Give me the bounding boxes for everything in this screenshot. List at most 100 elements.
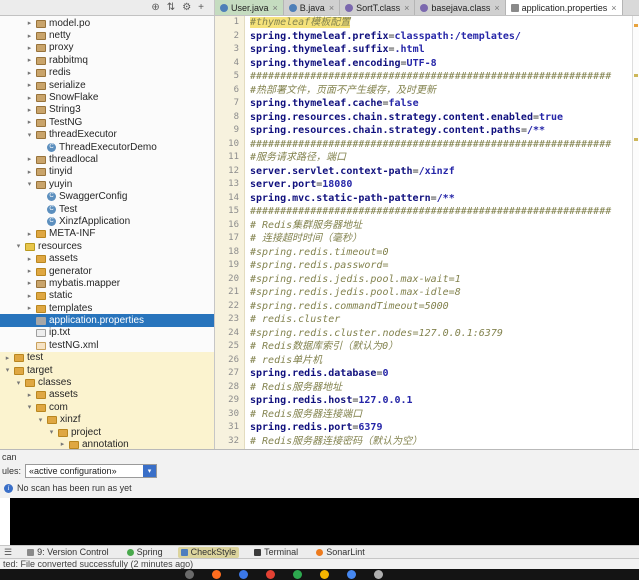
expand-arrow-icon[interactable]: ▸ bbox=[26, 81, 33, 89]
expand-arrow-icon[interactable]: ▾ bbox=[26, 403, 33, 411]
tree-item-static[interactable]: ▸static bbox=[0, 290, 214, 302]
tree-item-target[interactable]: ▾target bbox=[0, 364, 214, 376]
combo-dropdown-icon[interactable]: ▾ bbox=[143, 465, 156, 477]
tree-item-string3[interactable]: ▸String3 bbox=[0, 104, 214, 116]
expand-arrow-icon[interactable]: ▾ bbox=[26, 131, 33, 139]
taskbar-app-icon[interactable] bbox=[347, 570, 356, 579]
expand-arrow-icon[interactable]: ▸ bbox=[26, 155, 33, 163]
tree-item-xinzf[interactable]: ▾xinzf bbox=[0, 414, 214, 426]
code-line[interactable]: spring.thymeleaf.cache=false bbox=[250, 97, 632, 111]
tree-item-xinzfapplication[interactable]: XinzfApplication bbox=[0, 215, 214, 227]
tree-item-application-properties[interactable]: application.properties bbox=[0, 314, 214, 326]
tree-item-classes[interactable]: ▾classes bbox=[0, 376, 214, 388]
code-line[interactable]: # Redis服务器连接端口 bbox=[250, 408, 632, 422]
tree-item-test[interactable]: Test bbox=[0, 203, 214, 215]
expand-arrow-icon[interactable]: ▾ bbox=[4, 366, 11, 374]
tree-item-serialize[interactable]: ▸serialize bbox=[0, 79, 214, 91]
code-line[interactable]: ########################################… bbox=[250, 70, 632, 84]
sort-icon[interactable]: ⇅ bbox=[167, 3, 175, 13]
code-line[interactable]: spring.redis.port=6379 bbox=[250, 421, 632, 435]
tab-b-java[interactable]: B.java× bbox=[284, 0, 340, 15]
expand-arrow-icon[interactable]: ▸ bbox=[26, 292, 33, 300]
tree-item-templates[interactable]: ▸templates bbox=[0, 302, 214, 314]
expand-arrow-icon[interactable]: ▸ bbox=[26, 230, 33, 238]
tab-basejava-class[interactable]: basejava.class× bbox=[415, 0, 505, 15]
expand-arrow-icon[interactable]: ▸ bbox=[26, 255, 33, 263]
expand-arrow-icon[interactable]: ▸ bbox=[26, 94, 33, 102]
code-line[interactable]: spring.thymeleaf.prefix=classpath:/templ… bbox=[250, 30, 632, 44]
tree-item-threadexecutor[interactable]: ▾threadExecutor bbox=[0, 129, 214, 141]
code-line[interactable]: # Redis集群服务器地址 bbox=[250, 219, 632, 233]
close-icon[interactable]: × bbox=[404, 3, 409, 13]
code-line[interactable]: spring.resources.chain.strategy.content.… bbox=[250, 111, 632, 125]
expand-arrow-icon[interactable]: ▸ bbox=[26, 32, 33, 40]
expand-arrow-icon[interactable]: ▸ bbox=[26, 56, 33, 64]
expand-arrow-icon[interactable]: ▸ bbox=[26, 106, 33, 114]
code-line[interactable]: #spring.redis.cluster.nodes=127.0.0.1:63… bbox=[250, 327, 632, 341]
code-line[interactable]: #服务请求路径，端口 bbox=[250, 151, 632, 165]
code-line[interactable]: #spring.redis.jedis.pool.max-wait=1 bbox=[250, 273, 632, 287]
taskbar-app-icon[interactable] bbox=[266, 570, 275, 579]
add-icon[interactable]: + bbox=[198, 3, 204, 13]
expand-arrow-icon[interactable]: ▾ bbox=[15, 242, 22, 250]
expand-arrow-icon[interactable]: ▾ bbox=[15, 379, 22, 387]
code-line[interactable]: # redis单片机 bbox=[250, 354, 632, 368]
taskbar-app-icon[interactable] bbox=[320, 570, 329, 579]
rules-configuration-combo[interactable]: «active configuration» ▾ bbox=[25, 464, 157, 478]
tree-item-mybatis-mapper[interactable]: ▸mybatis.mapper bbox=[0, 277, 214, 289]
expand-arrow-icon[interactable]: ▾ bbox=[48, 428, 55, 436]
toolwindow-sonarlint[interactable]: SonarLint bbox=[313, 547, 368, 558]
tree-item-resources[interactable]: ▾resources bbox=[0, 240, 214, 252]
toolwindow-spring[interactable]: Spring bbox=[124, 547, 166, 558]
expand-arrow-icon[interactable]: ▸ bbox=[26, 44, 33, 52]
close-icon[interactable]: × bbox=[494, 3, 499, 13]
tree-item-threadexecutordemo[interactable]: ThreadExecutorDemo bbox=[0, 141, 214, 153]
tree-item-proxy[interactable]: ▸proxy bbox=[0, 42, 214, 54]
close-icon[interactable]: × bbox=[611, 3, 616, 13]
tree-item-test[interactable]: ▸test bbox=[0, 352, 214, 364]
editor-code[interactable]: #thymeleaf模板配置spring.thymeleaf.prefix=cl… bbox=[245, 16, 632, 449]
code-line[interactable]: server.servlet.context-path=/xinzf bbox=[250, 165, 632, 179]
settings-gear-icon[interactable]: ⚙ bbox=[182, 3, 191, 13]
expand-arrow-icon[interactable]: ▸ bbox=[26, 391, 33, 399]
expand-arrow-icon[interactable]: ▸ bbox=[26, 279, 33, 287]
taskbar-app-icon[interactable] bbox=[374, 570, 383, 579]
tree-item-testng[interactable]: ▸TestNG bbox=[0, 116, 214, 128]
close-icon[interactable]: × bbox=[273, 3, 278, 13]
expand-arrow-icon[interactable]: ▸ bbox=[59, 440, 66, 448]
tree-item-com[interactable]: ▾com bbox=[0, 401, 214, 413]
code-line[interactable]: ########################################… bbox=[250, 205, 632, 219]
taskbar-app-icon[interactable] bbox=[293, 570, 302, 579]
code-line[interactable]: #spring.redis.password= bbox=[250, 259, 632, 273]
expand-arrow-icon[interactable]: ▸ bbox=[4, 354, 11, 362]
close-icon[interactable]: × bbox=[329, 3, 334, 13]
code-line[interactable]: #热部署文件，页面不产生缓存，及时更新 bbox=[250, 84, 632, 98]
expand-arrow-icon[interactable]: ▸ bbox=[26, 304, 33, 312]
tree-item-netty[interactable]: ▸netty bbox=[0, 29, 214, 41]
tab-sortt-class[interactable]: SortT.class× bbox=[340, 0, 415, 15]
expand-arrow-icon[interactable]: ▸ bbox=[26, 267, 33, 275]
tree-item-snowflake[interactable]: ▸SnowFlake bbox=[0, 91, 214, 103]
tool-windows-icon[interactable]: ☰ bbox=[4, 547, 12, 558]
tab-application-properties[interactable]: application.properties× bbox=[506, 0, 623, 15]
code-line[interactable]: # Redis服务器地址 bbox=[250, 381, 632, 395]
expand-arrow-icon[interactable]: ▾ bbox=[26, 180, 33, 188]
code-line[interactable]: ########################################… bbox=[250, 138, 632, 152]
tree-item-project[interactable]: ▾project bbox=[0, 426, 214, 438]
tree-item-swaggerconfig[interactable]: SwaggerConfig bbox=[0, 190, 214, 202]
code-line[interactable]: spring.mvc.static-path-pattern=/** bbox=[250, 192, 632, 206]
expand-arrow-icon[interactable]: ▸ bbox=[26, 69, 33, 77]
tree-item-redis[interactable]: ▸redis bbox=[0, 67, 214, 79]
tree-item-assets[interactable]: ▸assets bbox=[0, 252, 214, 264]
code-line[interactable]: spring.redis.database=0 bbox=[250, 367, 632, 381]
tree-item-meta-inf[interactable]: ▸META-INF bbox=[0, 228, 214, 240]
code-line[interactable]: spring.thymeleaf.encoding=UTF-8 bbox=[250, 57, 632, 71]
toolwindow-9-version-control[interactable]: 9: Version Control bbox=[24, 547, 112, 558]
tree-item-assets[interactable]: ▸assets bbox=[0, 389, 214, 401]
expand-arrow-icon[interactable]: ▾ bbox=[37, 416, 44, 424]
tree-item-annotation[interactable]: ▸annotation bbox=[0, 438, 214, 449]
error-stripe-mark[interactable] bbox=[634, 138, 638, 141]
tree-item-yuyin[interactable]: ▾yuyin bbox=[0, 178, 214, 190]
code-line[interactable]: #spring.redis.timeout=0 bbox=[250, 246, 632, 260]
code-line[interactable]: spring.resources.chain.strategy.content.… bbox=[250, 124, 632, 138]
